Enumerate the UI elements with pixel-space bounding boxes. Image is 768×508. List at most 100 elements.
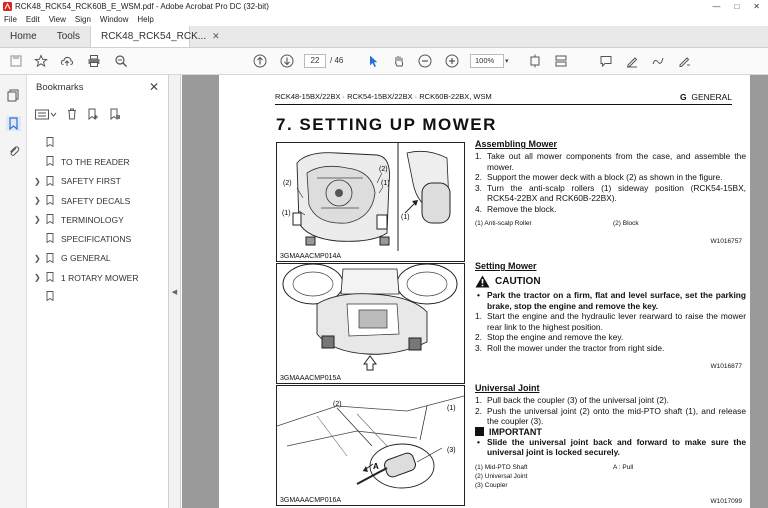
close-tab-icon[interactable]: ✕ <box>212 31 220 42</box>
bookmarks-list: TO THE READER ❯ SAFETY FIRST ❯ SAFETY DE… <box>27 133 169 307</box>
bookmark-options-icon[interactable] <box>35 107 57 125</box>
step-1: 1. Start the engine and the hydraulic lev… <box>475 311 746 332</box>
close-window-button[interactable]: ✕ <box>753 2 760 11</box>
bookmark-label: SAFETY DECALS <box>61 195 131 206</box>
bookmark-label: TO THE READER <box>61 156 130 167</box>
figure-caption: 3GMAAACMP014A <box>280 253 342 260</box>
important-label: IMPORTANT <box>475 427 750 437</box>
menu-sign[interactable]: Sign <box>75 15 91 24</box>
bookmark-icon <box>46 156 54 167</box>
zoom-search-icon[interactable] <box>113 53 129 69</box>
attachment-icon[interactable] <box>6 144 21 159</box>
page-total: / 46 <box>330 56 344 65</box>
toolbar: 22 / 46 100% ▾ <box>0 48 768 75</box>
highlight-pen-icon[interactable] <box>624 53 640 69</box>
step-3: 3. Turn the anti-scalp rollers (1) sidewa… <box>475 182 746 204</box>
reference-code: W1016757 <box>710 238 742 245</box>
bookmark-item-terminology[interactable]: ❯ TERMINOLOGY <box>27 210 169 229</box>
universal-joint-illustration: (2) (1) (3) A <box>276 395 465 489</box>
collapse-left-icon[interactable]: ◀ <box>172 288 177 296</box>
star-icon[interactable] <box>33 53 49 69</box>
menu-file[interactable]: File <box>4 15 17 24</box>
expand-arrow-icon[interactable]: ❯ <box>34 254 41 263</box>
new-bookmark-icon[interactable] <box>87 107 99 125</box>
figure-caption: 3GMAAACMP015A <box>280 375 342 382</box>
bookmark-label: SPECIFICATIONS <box>61 234 132 245</box>
mower-deck-illustration: (2) (1) (2) (1) (1) <box>282 143 451 261</box>
bookmarks-title: Bookmarks <box>36 82 84 93</box>
select-cursor-icon[interactable] <box>365 53 381 69</box>
bookmarks-panel-icon[interactable] <box>6 116 21 131</box>
bookmark-item-rotary-mower[interactable]: ❯ 1 ROTARY MOWER <box>27 268 169 287</box>
zoom-out-icon[interactable] <box>417 53 433 69</box>
comment-icon[interactable] <box>598 53 614 69</box>
bookmark-item[interactable] <box>27 133 169 152</box>
expand-arrow-icon[interactable]: ❯ <box>34 177 41 186</box>
save-icon[interactable] <box>8 53 24 69</box>
chevron-down-icon[interactable]: ▾ <box>505 57 509 65</box>
bookmark-item-safety-decals[interactable]: ❯ SAFETY DECALS <box>27 191 169 210</box>
section-universal-joint: Universal Joint 1. Pull back the coupler … <box>475 383 750 508</box>
step-1: 1. Pull back the coupler (3) of the unive… <box>475 395 670 405</box>
section-assembling-mower: Assembling Mower 1. Take out all mower co… <box>475 139 750 251</box>
bookmark-icon <box>46 175 54 186</box>
bookmark-item-to-the-reader[interactable]: TO THE READER <box>27 152 169 171</box>
page-header-left: RCK48-15BX/22BX · RCK54-15BX/22BX · RCK6… <box>275 92 492 101</box>
expand-arrow-icon[interactable]: ❯ <box>34 273 41 282</box>
figure-mower-under-tractor: 3GMAAACMP015A <box>276 263 465 384</box>
step-2: 2. Push the universal joint (2) onto the … <box>475 405 746 427</box>
page-thumbnails-icon[interactable] <box>6 88 21 103</box>
close-panel-icon[interactable]: ✕ <box>149 80 159 94</box>
section-title: Assembling Mower <box>475 139 558 149</box>
print-icon[interactable] <box>86 53 102 69</box>
maximize-button[interactable]: □ <box>734 2 739 11</box>
hand-tool-icon[interactable] <box>391 53 407 69</box>
bookmark-item-specifications[interactable]: SPECIFICATIONS <box>27 229 169 248</box>
fit-page-icon[interactable] <box>527 53 543 69</box>
bookmark-icon <box>46 291 54 302</box>
sign-icon[interactable] <box>677 53 693 69</box>
tab-home[interactable]: Home <box>0 26 47 47</box>
minimize-button[interactable]: — <box>712 2 720 11</box>
title-bar: RCK48_RCK54_RCK60B_E_WSM.pdf - Adobe Acr… <box>0 0 768 13</box>
previous-page-icon[interactable] <box>252 53 268 69</box>
step-1: 1. Take out all mower components from the… <box>475 151 746 172</box>
bookmark-icon <box>46 194 54 205</box>
callout-2: (2) <box>379 166 388 173</box>
menu-view[interactable]: View <box>49 15 66 24</box>
upload-cloud-icon[interactable] <box>59 53 75 69</box>
tab-tools[interactable]: Tools <box>47 26 90 47</box>
expand-arrow-icon[interactable]: ❯ <box>34 196 41 205</box>
bookmark-item-safety-first[interactable]: ❯ SAFETY FIRST <box>27 172 169 191</box>
callout-1: (1) <box>282 210 291 217</box>
bookmarks-panel: Bookmarks ✕ TO THE READER ❯ SAFETY FIRST… <box>27 75 169 508</box>
panel-collapse-handle[interactable]: ◀ <box>169 75 181 508</box>
bookmark-icon <box>46 137 54 147</box>
callout-3: (3) <box>447 447 456 454</box>
figure-legend: (1) Mid-PTO Shaft (2) Universal Joint (3… <box>475 463 634 489</box>
step-3: 3. Roll the mower under the tractor from … <box>475 342 665 353</box>
bookmark-properties-icon[interactable] <box>109 107 121 125</box>
document-viewport[interactable]: RCK48-15BX/22BX · RCK54-15BX/22BX · RCK6… <box>182 75 768 508</box>
page-number-input[interactable]: 22 <box>304 54 326 68</box>
delete-bookmark-icon[interactable] <box>67 107 77 125</box>
zoom-in-icon[interactable] <box>444 53 460 69</box>
page-heading: 7. SETTING UP MOWER <box>276 115 497 134</box>
scroll-mode-icon[interactable] <box>553 53 569 69</box>
menu-window[interactable]: Window <box>100 15 128 24</box>
pdf-page: RCK48-15BX/22BX · RCK54-15BX/22BX · RCK6… <box>219 75 750 508</box>
menu-help[interactable]: Help <box>137 15 153 24</box>
expand-arrow-icon[interactable]: ❯ <box>34 215 41 224</box>
bookmark-label: TERMINOLOGY <box>61 214 124 225</box>
step-4: 4. Remove the block. <box>475 203 557 214</box>
bookmark-icon <box>46 272 54 283</box>
draw-icon[interactable] <box>650 53 666 69</box>
menu-edit[interactable]: Edit <box>26 15 40 24</box>
bookmark-item[interactable] <box>27 287 169 306</box>
header-rule <box>275 104 732 105</box>
zoom-level-select[interactable]: 100% <box>470 54 504 68</box>
tab-document[interactable]: RCK48_RCK54_RCK... ✕ <box>90 26 220 47</box>
next-page-icon[interactable] <box>279 53 295 69</box>
bookmark-item-g-general[interactable]: ❯ G GENERAL <box>27 249 169 268</box>
figure-mower-assembly: (2) (1) (2) (1) (1) 3GMAAACMP014A <box>276 142 465 262</box>
